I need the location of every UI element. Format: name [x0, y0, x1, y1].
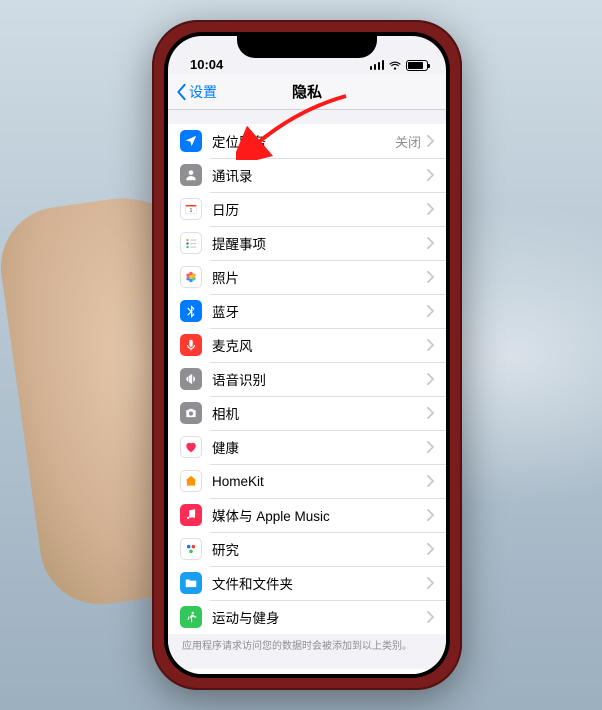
row-research[interactable]: 研究	[168, 532, 446, 566]
privacy-list: 定位服务关闭通讯录 1 日历提醒事项照片蓝牙麦克风语音识别相机健康 HomeKit 媒体…	[168, 124, 446, 634]
back-button[interactable]: 设置	[176, 82, 217, 102]
chevron-right-icon	[427, 407, 434, 419]
row-homekit[interactable]: HomeKit	[168, 464, 446, 498]
chevron-right-icon	[427, 441, 434, 453]
contacts-icon	[180, 164, 202, 186]
row-contacts-label: 通讯录	[212, 165, 427, 185]
chevron-right-icon	[427, 373, 434, 385]
page-title: 隐私	[292, 81, 322, 102]
mic-icon	[180, 334, 202, 356]
motion-icon	[180, 606, 202, 628]
row-research-label: 研究	[212, 539, 427, 559]
row-photos-label: 照片	[212, 267, 427, 287]
health-icon	[180, 436, 202, 458]
row-speech[interactable]: 语音识别	[168, 362, 446, 396]
chevron-right-icon	[427, 237, 434, 249]
row-bluetooth[interactable]: 蓝牙	[168, 294, 446, 328]
display-notch	[237, 32, 377, 58]
row-location-label: 定位服务	[212, 131, 395, 151]
row-files-label: 文件和文件夹	[212, 573, 427, 593]
speech-icon	[180, 368, 202, 390]
row-mic-label: 麦克风	[212, 335, 427, 355]
chevron-right-icon	[427, 169, 434, 181]
files-icon	[180, 572, 202, 594]
svg-text:1: 1	[190, 208, 193, 214]
calendar-icon: 1	[180, 198, 202, 220]
row-calendar[interactable]: 1 日历	[168, 192, 446, 226]
row-photos[interactable]: 照片	[168, 260, 446, 294]
row-location[interactable]: 定位服务关闭	[168, 124, 446, 158]
photos-icon	[180, 266, 202, 288]
row-media[interactable]: 媒体与 Apple Music	[168, 498, 446, 532]
content-scroll[interactable]: 定位服务关闭通讯录 1 日历提醒事项照片蓝牙麦克风语音识别相机健康 HomeKit 媒体…	[168, 110, 446, 674]
row-bluetooth-label: 蓝牙	[212, 301, 427, 321]
chevron-right-icon	[427, 475, 434, 487]
row-homekit-label: HomeKit	[212, 474, 427, 489]
chevron-right-icon	[427, 611, 434, 623]
row-media-label: 媒体与 Apple Music	[212, 505, 427, 525]
back-label: 设置	[189, 82, 217, 102]
chevron-right-icon	[427, 203, 434, 215]
row-location-value: 关闭	[395, 132, 421, 151]
media-icon	[180, 504, 202, 526]
research-icon	[180, 538, 202, 560]
chevron-right-icon	[427, 543, 434, 555]
row-motion-label: 运动与健身	[212, 607, 427, 627]
row-calendar-label: 日历	[212, 199, 427, 219]
row-camera-label: 相机	[212, 403, 427, 423]
chevron-right-icon	[427, 577, 434, 589]
chevron-right-icon	[427, 305, 434, 317]
chevron-right-icon	[427, 509, 434, 521]
row-speech-label: 语音识别	[212, 369, 427, 389]
bluetooth-icon	[180, 300, 202, 322]
chevron-right-icon	[427, 271, 434, 283]
wifi-icon	[388, 58, 402, 72]
row-mic[interactable]: 麦克风	[168, 328, 446, 362]
battery-icon	[406, 60, 428, 71]
analytics-section: 分析与改进	[168, 669, 446, 674]
chevron-left-icon	[176, 83, 187, 101]
row-contacts[interactable]: 通讯录	[168, 158, 446, 192]
row-camera[interactable]: 相机	[168, 396, 446, 430]
footer-text: 应用程序请求访问您的数据时会被添加到以上类别。	[168, 634, 446, 663]
row-reminders-label: 提醒事项	[212, 233, 427, 253]
row-health-label: 健康	[212, 437, 427, 457]
row-health[interactable]: 健康	[168, 430, 446, 464]
row-analytics[interactable]: 分析与改进	[168, 669, 446, 674]
row-files[interactable]: 文件和文件夹	[168, 566, 446, 600]
iphone-frame: 10:04 设置 隐私	[152, 20, 462, 690]
reminders-icon	[180, 232, 202, 254]
chevron-right-icon	[427, 135, 434, 147]
location-arrow-icon	[180, 130, 202, 152]
row-reminders[interactable]: 提醒事项	[168, 226, 446, 260]
chevron-right-icon	[427, 339, 434, 351]
navigation-bar: 设置 隐私	[168, 74, 446, 110]
screen: 10:04 设置 隐私	[168, 36, 446, 674]
cellular-signal-icon	[370, 60, 385, 70]
homekit-icon	[180, 470, 202, 492]
row-motion[interactable]: 运动与健身	[168, 600, 446, 634]
status-time: 10:04	[186, 57, 223, 72]
camera-icon	[180, 402, 202, 424]
